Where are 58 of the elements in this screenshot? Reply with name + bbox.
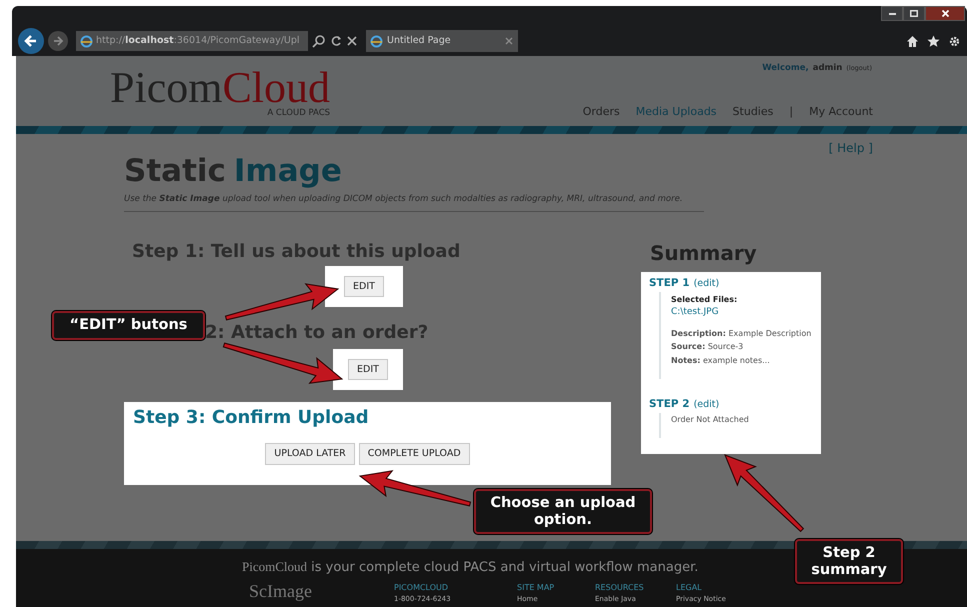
page-description: Use the Static Image upload tool when uploading DICOM objects from such modalties as radiography, MRI, ultrasound, and more.: [124, 193, 704, 212]
summary-detail: Notes: example notes...: [671, 354, 771, 367]
page-title: Image: [234, 156, 342, 187]
minimize-icon: [888, 12, 896, 14]
selected-files-label: Selected Files:: [671, 294, 738, 306]
globe-icon: [80, 34, 93, 48]
footer-tagline: PicomCloud is your complete cloud PACS and virtual workflow manager.: [242, 558, 698, 577]
globe-icon: [370, 34, 383, 48]
footer-heading: LEGAL: [676, 582, 703, 594]
welcome-text: Welcome,: [762, 62, 809, 75]
summary-detail: Description: Example Description: [671, 328, 812, 340]
step-heading: Step 1: Tell us about this upload: [132, 242, 460, 262]
callout: “EDIT” butons: [52, 311, 205, 340]
maximize-icon: [910, 10, 918, 17]
back-button[interactable]: [18, 28, 44, 54]
step-button[interactable]: COMPLETE UPLOAD: [358, 443, 470, 465]
forward-icon: [52, 35, 64, 47]
browser-tab[interactable]: Untitled Page: [366, 30, 518, 52]
logo-tagline: A CLOUD PACS: [266, 107, 330, 120]
edit-button[interactable]: EDIT: [348, 358, 388, 380]
settings-icon[interactable]: [948, 34, 961, 48]
summary-step-label: STEP 2: [649, 397, 690, 412]
nav-separator: |: [789, 104, 794, 120]
home-icon[interactable]: [906, 34, 919, 48]
user-name: admin: [812, 62, 842, 75]
close-icon: [942, 10, 948, 17]
maximize-button[interactable]: [903, 6, 925, 21]
step-heading: 2: Attach to an order?: [205, 322, 428, 343]
forward-button[interactable]: [48, 31, 68, 51]
step-heading: Step 3: Confirm Upload: [133, 406, 370, 430]
edit-link[interactable]: (edit): [694, 276, 720, 291]
footer-logo: ScImage: [249, 582, 313, 600]
star-icon[interactable]: [927, 34, 940, 48]
refresh-icon[interactable]: [330, 34, 342, 48]
step-button[interactable]: UPLOAD LATER: [265, 443, 355, 465]
tab-title: Untitled Page: [387, 34, 452, 48]
search-icon[interactable]: [312, 34, 326, 48]
stop-icon[interactable]: [346, 34, 358, 48]
back-icon: [23, 33, 39, 49]
close-button[interactable]: [925, 6, 965, 21]
edit-link[interactable]: (edit): [694, 398, 720, 412]
close-icon[interactable]: [504, 36, 514, 46]
logo-text: Cloud: [222, 66, 330, 110]
minimize-button[interactable]: [881, 6, 903, 21]
summary-detail: Source: Source-3: [671, 341, 744, 354]
edit-button[interactable]: EDIT: [344, 276, 384, 297]
address-bar[interactable]: http://localhost:36014/PicomGateway/Upl: [76, 31, 308, 51]
summary-title: Summary: [649, 242, 758, 264]
page-title: Static: [124, 156, 226, 187]
file-link[interactable]: C:\test.JPG: [671, 306, 813, 319]
footer-heading: SITE MAP: [517, 582, 556, 594]
summary-step-label: STEP 1: [649, 276, 690, 291]
callout: Step 2 summary: [795, 539, 903, 584]
footer-heading: PICOMCLOUD: [394, 582, 450, 594]
summary-detail: Order Not Attached: [671, 414, 750, 426]
logo-text: Picom: [110, 66, 222, 110]
callout: Choose an upload option.: [474, 489, 652, 534]
footer-heading: RESOURCES: [595, 582, 645, 594]
